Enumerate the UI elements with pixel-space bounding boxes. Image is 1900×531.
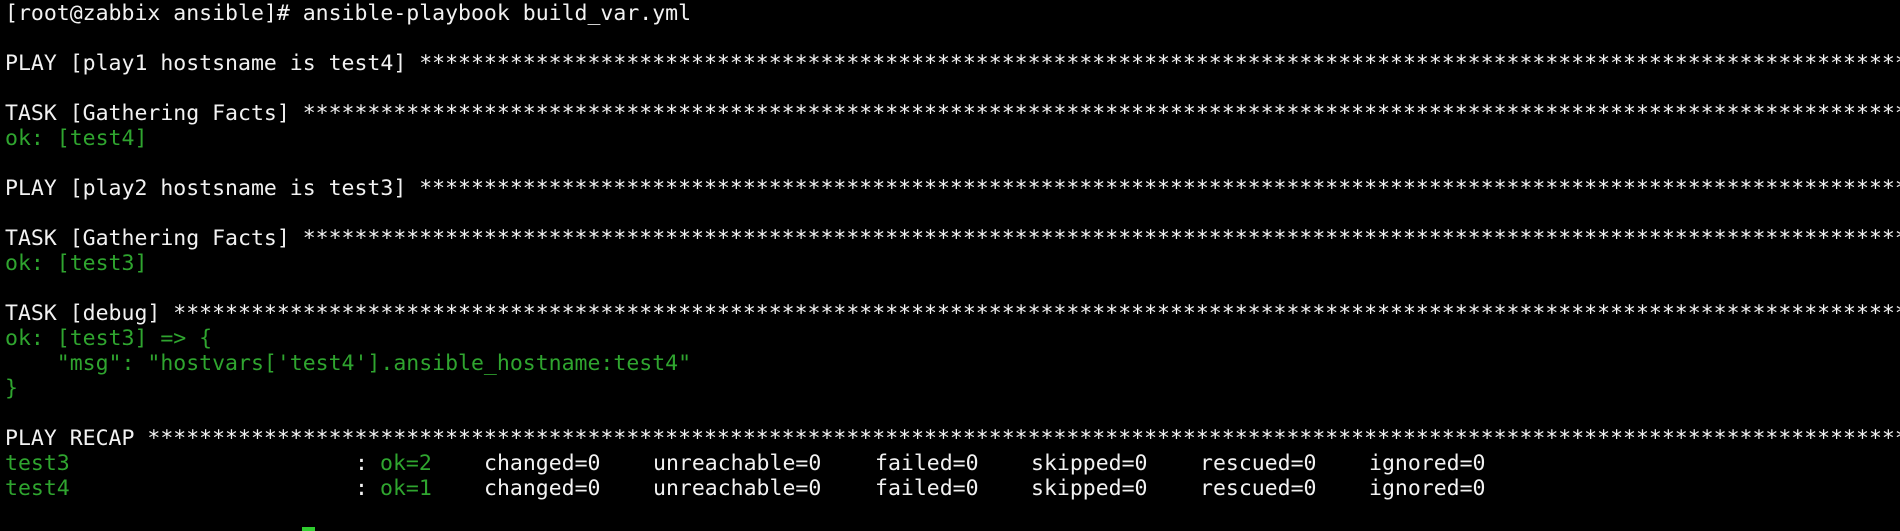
play-header-1: PLAY [play1 hostsname is test4] ********… [5, 51, 1900, 76]
command-prompt-line: [root@zabbix ansible]# ansible-playbook … [5, 1, 692, 26]
recap-colon: : [355, 476, 368, 501]
recap-row-test4: test4 : ok=1 changed=0 unreachable=0 fai… [0, 476, 1900, 501]
recap-skipped: skipped=0 [1031, 451, 1148, 476]
recap-unreachable: unreachable=0 [653, 476, 822, 501]
recap-failed: failed=0 [875, 451, 979, 476]
recap-failed: failed=0 [875, 476, 979, 501]
recap-host: test3 [5, 451, 70, 476]
play-header-2: PLAY [play2 hostsname is test3] ********… [5, 176, 1900, 201]
recap-ignored: ignored=0 [1369, 476, 1486, 501]
recap-skipped: skipped=0 [1031, 476, 1148, 501]
debug-msg-line: "msg": "hostvars['test4'].ansible_hostna… [5, 351, 692, 376]
recap-ok: ok=2 [380, 451, 432, 476]
terminal-window[interactable]: [root@zabbix ansible]# ansible-playbook … [0, 0, 1900, 531]
recap-changed: changed=0 [484, 476, 601, 501]
debug-result-open: ok: [test3] => { [5, 326, 213, 351]
terminal-cursor [302, 527, 315, 531]
task-header-debug: TASK [debug] ***************************… [5, 301, 1900, 326]
debug-result-close: } [5, 376, 18, 401]
recap-ok: ok=1 [380, 476, 432, 501]
task-result-ok-test4: ok: [test4] [5, 126, 148, 151]
play-recap-header: PLAY RECAP *****************************… [5, 426, 1900, 451]
task-header-gathering-facts-2: TASK [Gathering Facts] *****************… [5, 226, 1900, 251]
task-result-ok-test3: ok: [test3] [5, 251, 148, 276]
task-header-gathering-facts-1: TASK [Gathering Facts] *****************… [5, 101, 1900, 126]
recap-colon: : [355, 451, 368, 476]
recap-rescued: rescued=0 [1200, 451, 1317, 476]
recap-rescued: rescued=0 [1200, 476, 1317, 501]
recap-unreachable: unreachable=0 [653, 451, 822, 476]
recap-row-test3: test3 : ok=2 changed=0 unreachable=0 fai… [0, 451, 1900, 476]
recap-host: test4 [5, 476, 70, 501]
recap-ignored: ignored=0 [1369, 451, 1486, 476]
recap-changed: changed=0 [484, 451, 601, 476]
